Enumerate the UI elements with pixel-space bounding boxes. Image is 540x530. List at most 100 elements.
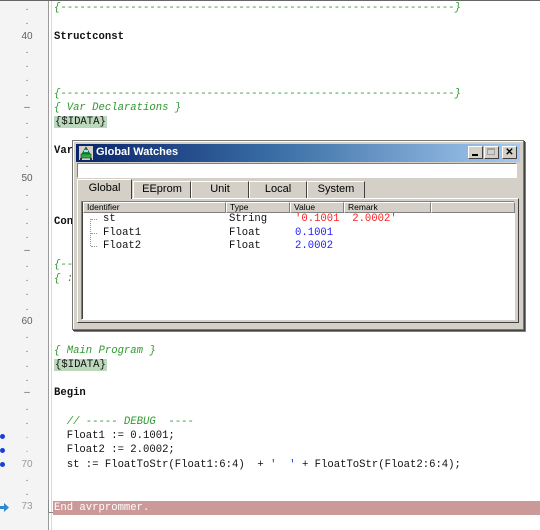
line-marker: . (25, 230, 29, 242)
gutter-divider (48, 1, 49, 530)
code-line-57: { : (54, 273, 74, 286)
line-marker: . (25, 87, 29, 99)
code-line-65: Begin (54, 387, 86, 400)
code-line-68: Float1 := 0.1001; (54, 430, 175, 443)
line-marker: . (25, 301, 29, 313)
watch-identifier: Float2 (103, 240, 142, 252)
tree-line (91, 219, 97, 220)
tree-line (91, 233, 97, 234)
maximize-icon (487, 148, 495, 155)
watch-value: 0.1001 (295, 226, 334, 239)
code-text: + FloatToStr(Float2:6:4); (295, 458, 461, 471)
code-line-62: { Main Program } (54, 344, 156, 357)
line-marker: . (25, 373, 29, 385)
line-marker: – (24, 244, 30, 256)
code-line-53: Con (54, 216, 74, 228)
minimize-icon (472, 154, 478, 156)
line-number: 60 (21, 315, 33, 327)
code-line-48: Var (54, 144, 74, 157)
column-header-value[interactable]: Value (290, 202, 344, 213)
tab-system[interactable]: System (307, 181, 365, 198)
line-marker: . (25, 144, 29, 156)
line-marker: – (24, 387, 30, 399)
close-button[interactable]: ✕ (502, 146, 517, 159)
maximize-button[interactable] (484, 146, 499, 159)
title-bar[interactable]: Global Watches ✕ (76, 144, 520, 162)
watch-type: Float (229, 226, 261, 239)
watch-list[interactable]: Identifier Type Value Remark st String '… (81, 201, 515, 320)
line-marker: . (25, 201, 29, 213)
watch-value: '0.1001 2.0002' (295, 213, 397, 225)
line-marker: . (25, 258, 29, 270)
watch-type: Float (229, 240, 261, 252)
watch-app-icon (79, 146, 93, 160)
tab-unit[interactable]: Unit (191, 181, 249, 198)
line-marker: . (25, 73, 29, 85)
line-marker: – (24, 101, 30, 113)
line-number: 70 (21, 458, 33, 470)
breakpoint-icon[interactable] (0, 462, 5, 468)
line-marker: . (25, 472, 29, 484)
tab-global[interactable]: Global (77, 179, 132, 199)
line-marker: . (25, 330, 29, 342)
string-literal: ' ' (270, 458, 296, 471)
line-marker: . (25, 287, 29, 299)
line-marker: . (25, 401, 29, 413)
line-number: 50 (21, 173, 33, 185)
line-marker: . (25, 130, 29, 142)
line-marker: . (25, 187, 29, 199)
code-line-70: st := FloatToStr(Float1:6:4) + ' ' + Flo… (54, 458, 461, 472)
watch-value: 2.0002 (295, 240, 334, 252)
code-line-40: Structconst (54, 30, 124, 43)
code-line-38: {---------------------------------------… (54, 2, 461, 14)
code-line-45: { Var Declarations } (54, 101, 182, 114)
breakpoint-icon[interactable] (0, 447, 5, 453)
line-marker: . (25, 487, 29, 499)
tab-local[interactable]: Local (249, 181, 307, 198)
line-marker: . (25, 158, 29, 170)
watch-type: String (229, 213, 268, 225)
tree-line (91, 246, 97, 247)
line-marker: . (25, 444, 29, 456)
tab-eeprom[interactable]: EEprom (133, 181, 191, 198)
line-marker: . (25, 44, 29, 56)
global-watches-window: Global Watches ✕ Global EEprom Unit Loca… (72, 140, 524, 330)
code-line-56: {-- (54, 258, 74, 271)
code-line-69: Float2 := 2.0002; (54, 444, 175, 457)
close-icon: ✕ (505, 147, 514, 158)
line-marker: . (25, 344, 29, 356)
watch-identifier: st (103, 213, 116, 225)
line-marker: . (25, 216, 29, 228)
line-marker: . (25, 16, 29, 28)
code-line-44: {---------------------------------------… (54, 87, 461, 100)
breakpoint-icon[interactable] (0, 433, 5, 439)
line-marker: . (25, 358, 29, 370)
line-marker: . (25, 116, 29, 128)
compiler-directive: {$IDATA} (54, 116, 107, 129)
column-header-identifier[interactable]: Identifier (83, 202, 226, 213)
column-header-filler (431, 202, 515, 213)
code-line-73: End avrprommer. (54, 501, 150, 514)
compiler-directive: {$IDATA} (54, 358, 107, 371)
line-marker: . (25, 2, 29, 13)
tab-panel-global: Identifier Type Value Remark st String '… (77, 198, 519, 323)
minimize-button[interactable] (468, 146, 483, 159)
line-marker: . (25, 273, 29, 285)
line-number: 40 (21, 30, 33, 42)
code-line-46: {$IDATA} (54, 115, 107, 129)
line-marker: . (25, 415, 29, 427)
watch-expression-input[interactable] (77, 163, 517, 178)
watch-identifier: Float1 (103, 226, 142, 239)
code-line-67: // ----- DEBUG ---- (54, 415, 194, 428)
column-header-type[interactable]: Type (226, 202, 290, 213)
column-header-remark[interactable]: Remark (344, 202, 431, 213)
execution-pointer-icon (0, 502, 9, 512)
fold-end-marker (48, 500, 53, 513)
code-line-63: {$IDATA} (54, 358, 107, 372)
line-marker: . (25, 59, 29, 71)
line-marker: . (25, 430, 29, 442)
line-number-gutter[interactable]: .. 40.... –.... 50.... –.... 60.... –.... 70.. 7… (0, 1, 48, 530)
window-title: Global Watches (96, 146, 179, 158)
code-text: st := FloatToStr(Float1:6:4) + (54, 458, 271, 471)
line-number: 73 (21, 501, 33, 513)
